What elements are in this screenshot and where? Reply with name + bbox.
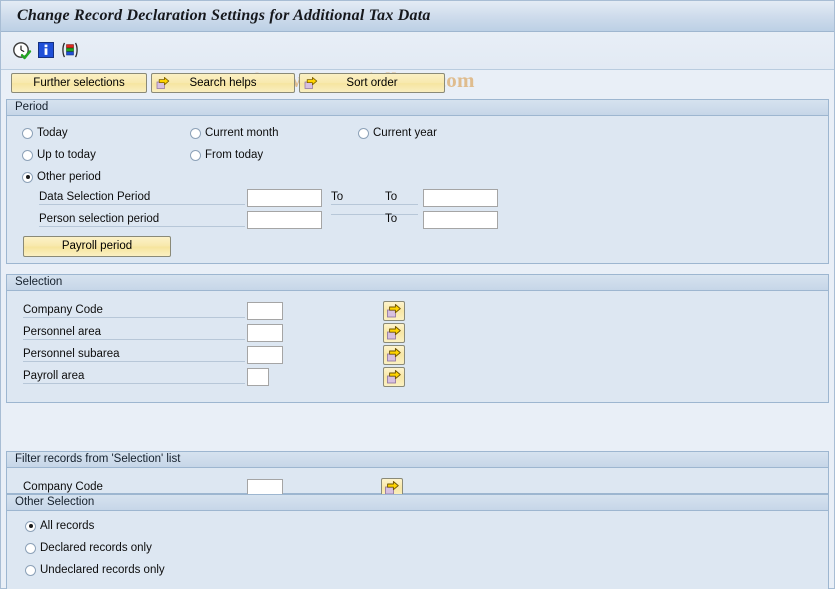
radio-undeclared-records-only[interactable]: Undeclared records only bbox=[25, 564, 165, 576]
application-toolbar: © www.tutorialkart.com bbox=[1, 32, 834, 92]
person-selection-period-to-label-underline bbox=[331, 213, 418, 215]
radio-undeclared-records-only-label: Undeclared records only bbox=[40, 564, 165, 576]
radio-today[interactable]: Today bbox=[22, 127, 68, 139]
filter-group-title: Filter records from 'Selection' list bbox=[15, 453, 181, 465]
filter-group-body: Company Code bbox=[7, 469, 828, 498]
radio-indicator bbox=[22, 171, 33, 183]
company-code-input[interactable] bbox=[247, 302, 283, 320]
data-selection-period-to-text: To bbox=[385, 191, 398, 203]
radio-indicator bbox=[358, 127, 369, 139]
selection-group-header: Selection bbox=[7, 275, 828, 291]
arrow-right-icon bbox=[387, 370, 401, 384]
radio-indicator bbox=[190, 149, 201, 161]
selection-group: Selection Company Code Personnel area Pe… bbox=[6, 274, 829, 403]
personnel-area-label: Personnel area bbox=[23, 326, 245, 340]
other-selection-group-header: Other Selection bbox=[7, 495, 828, 511]
sort-order-label: Sort order bbox=[346, 77, 398, 89]
radio-from-today-label: From today bbox=[205, 149, 264, 161]
person-selection-period-from-input[interactable] bbox=[247, 211, 322, 229]
info-icon[interactable] bbox=[37, 41, 57, 61]
data-selection-period-to-label: To bbox=[331, 191, 418, 205]
payroll-area-multi-select-button[interactable] bbox=[383, 367, 405, 387]
period-group: Period Today Current month Current year … bbox=[6, 99, 829, 264]
company-code-multi-select-button[interactable] bbox=[383, 301, 405, 321]
data-selection-period-from-input[interactable] bbox=[247, 189, 322, 207]
personnel-subarea-multi-select-button[interactable] bbox=[383, 345, 405, 365]
arrow-right-icon bbox=[304, 76, 318, 90]
radio-indicator bbox=[25, 520, 36, 532]
radio-other-period[interactable]: Other period bbox=[22, 171, 101, 183]
window-title-bar: Change Record Declaration Settings for A… bbox=[1, 1, 834, 32]
company-code-label: Company Code bbox=[23, 304, 245, 318]
filter-group: Filter records from 'Selection' list Com… bbox=[6, 451, 829, 498]
further-selections-label: Further selections bbox=[33, 77, 125, 89]
radio-indicator bbox=[22, 149, 33, 161]
selection-group-body: Company Code Personnel area Personnel su… bbox=[7, 292, 828, 402]
radio-indicator bbox=[22, 127, 33, 139]
radio-other-period-label: Other period bbox=[37, 171, 101, 183]
selection-button-row: Further selections Search helps Sort ord… bbox=[1, 70, 834, 97]
radio-current-month[interactable]: Current month bbox=[190, 127, 279, 139]
radio-indicator bbox=[25, 564, 36, 576]
radio-current-year[interactable]: Current year bbox=[358, 127, 437, 139]
other-selection-group-title: Other Selection bbox=[15, 496, 95, 508]
personnel-subarea-label: Personnel subarea bbox=[23, 348, 245, 362]
period-group-title: Period bbox=[15, 101, 49, 113]
radio-declared-records-only[interactable]: Declared records only bbox=[25, 542, 152, 554]
radio-from-today[interactable]: From today bbox=[190, 149, 263, 161]
sort-order-button[interactable]: Sort order bbox=[299, 73, 445, 93]
selection-group-title: Selection bbox=[15, 276, 63, 288]
radio-indicator bbox=[190, 127, 201, 139]
radio-current-year-label: Current year bbox=[373, 127, 437, 139]
person-selection-period-to-input[interactable] bbox=[423, 211, 498, 229]
layout-variant-icon[interactable] bbox=[60, 41, 80, 61]
radio-up-to-today-label: Up to today bbox=[37, 149, 96, 161]
arrow-right-icon bbox=[387, 348, 401, 362]
execute-clock-icon[interactable] bbox=[12, 41, 32, 61]
person-selection-period-label: Person selection period bbox=[39, 213, 245, 227]
arrow-right-icon bbox=[387, 304, 401, 318]
payroll-area-label: Payroll area bbox=[23, 370, 245, 384]
search-helps-label: Search helps bbox=[189, 77, 257, 89]
search-helps-button[interactable]: Search helps bbox=[151, 73, 295, 93]
radio-indicator bbox=[25, 542, 36, 554]
person-selection-period-to-text: To bbox=[385, 213, 398, 225]
radio-up-to-today[interactable]: Up to today bbox=[22, 149, 96, 161]
radio-all-records[interactable]: All records bbox=[25, 520, 94, 532]
other-selection-group-body: All records Declared records only Undecl… bbox=[7, 512, 828, 589]
radio-all-records-label: All records bbox=[40, 520, 95, 532]
radio-current-month-label: Current month bbox=[205, 127, 279, 139]
further-selections-button[interactable]: Further selections bbox=[11, 73, 147, 93]
payroll-area-input[interactable] bbox=[247, 368, 269, 386]
payroll-period-button[interactable]: Payroll period bbox=[23, 236, 171, 257]
personnel-area-input[interactable] bbox=[247, 324, 283, 342]
radio-declared-records-only-label: Declared records only bbox=[40, 542, 152, 554]
other-selection-group: Other Selection All records Declared rec… bbox=[6, 494, 829, 589]
sap-selection-screen: Change Record Declaration Settings for A… bbox=[0, 0, 835, 589]
arrow-right-icon bbox=[387, 326, 401, 340]
period-group-header: Period bbox=[7, 100, 828, 116]
personnel-subarea-input[interactable] bbox=[247, 346, 283, 364]
data-selection-period-to-input[interactable] bbox=[423, 189, 498, 207]
page-title: Change Record Declaration Settings for A… bbox=[17, 7, 431, 24]
period-group-body: Today Current month Current year Up to t… bbox=[7, 117, 828, 263]
payroll-period-label: Payroll period bbox=[61, 240, 133, 252]
personnel-area-multi-select-button[interactable] bbox=[383, 323, 405, 343]
radio-today-label: Today bbox=[37, 127, 68, 139]
arrow-right-icon bbox=[156, 76, 170, 90]
filter-company-code-label: Company Code bbox=[23, 481, 245, 495]
filter-group-header: Filter records from 'Selection' list bbox=[7, 452, 828, 468]
data-selection-period-label: Data Selection Period bbox=[39, 191, 245, 205]
